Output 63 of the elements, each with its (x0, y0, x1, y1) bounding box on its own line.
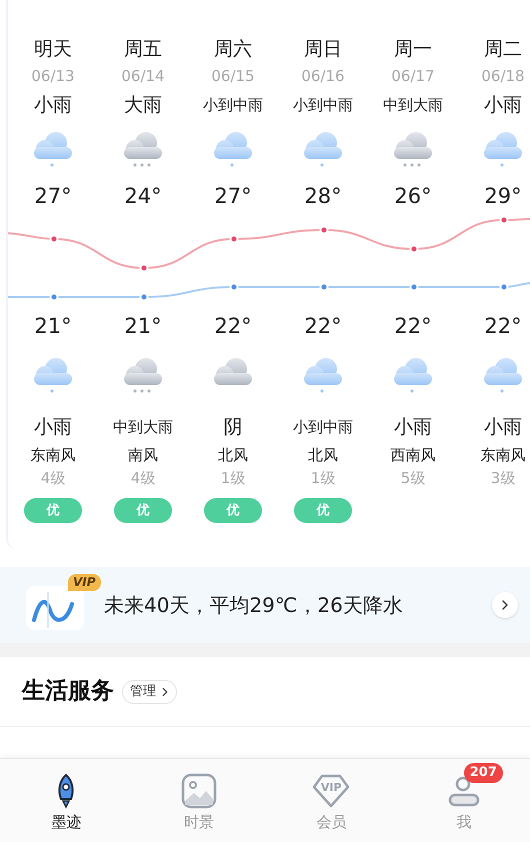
vip-diamond-icon: VIP (312, 773, 350, 809)
weekday-label: 周一 (394, 37, 432, 62)
notification-badge: 207 (464, 763, 503, 783)
wind-direction: 西南风 (390, 445, 436, 466)
air-quality-badge: 优 (114, 498, 172, 523)
weather-label: 小雨 (34, 93, 72, 118)
weather-label: 大雨 (124, 93, 162, 118)
weekday-label: 周日 (304, 37, 342, 62)
wind-level: 4级 (40, 468, 66, 489)
nav-tab[interactable]: 207 我 (398, 759, 530, 842)
section-title: 生活服务 (22, 677, 114, 706)
high-temperature: 24° (124, 183, 162, 210)
date-label: 06/17 (391, 66, 435, 87)
weather-label: 小雨 (484, 415, 522, 440)
air-quality-badge: 优 (24, 498, 82, 523)
low-temperature: 22° (394, 313, 432, 340)
weekday-label: 明天 (34, 37, 72, 62)
weekday-label: 周二 (484, 37, 522, 62)
wind-level: 1级 (220, 468, 246, 489)
wind-level: 1级 (310, 468, 336, 489)
date-label: 06/15 (211, 66, 255, 87)
low-temperature: 21° (124, 313, 162, 340)
weather-label: 阴 (224, 415, 242, 440)
vip-badge: VIP (68, 574, 101, 591)
low-temperature: 22° (304, 313, 342, 340)
high-temperature: 27° (214, 183, 252, 210)
date-label: 06/13 (31, 66, 75, 87)
wind-level: 5级 (400, 468, 426, 489)
weather-label: 小雨 (34, 415, 72, 440)
high-temperature: 28° (304, 183, 342, 210)
wind-direction: 北风 (308, 445, 338, 466)
wind-level: 4级 (130, 468, 156, 489)
weather-label: 小到中雨 (293, 95, 353, 116)
low-temperature: 22° (484, 313, 522, 340)
nav-tab[interactable]: 墨迹 (0, 759, 132, 842)
weather-label: 小到中雨 (293, 417, 353, 438)
air-quality-badge: 优 (204, 498, 262, 523)
weather-label: 中到大雨 (113, 417, 173, 438)
forecast-40-day-banner[interactable]: VIP 未来40天，平均29℃，26天降水 (0, 567, 530, 643)
weather-label: 小到中雨 (203, 95, 263, 116)
forecast-summary: 未来40天，平均29℃，26天降水 (104, 592, 404, 619)
manage-button[interactable]: 管理 (122, 680, 177, 704)
wind-direction: 东南风 (30, 445, 76, 466)
next-button[interactable] (492, 592, 518, 618)
image-icon (180, 773, 217, 809)
high-temperature: 26° (394, 183, 432, 210)
high-temperature: 29° (484, 183, 522, 210)
wind-direction: 北风 (218, 445, 248, 466)
date-label: 06/18 (481, 66, 525, 87)
weekday-label: 周六 (214, 37, 252, 62)
date-label: 06/16 (301, 66, 345, 87)
date-label: 06/14 (121, 66, 165, 87)
weather-label: 小雨 (484, 93, 522, 118)
weekday-label: 周五 (124, 37, 162, 62)
wind-direction: 南风 (128, 445, 158, 466)
high-temperature: 27° (34, 183, 72, 210)
weather-label: 小雨 (394, 415, 432, 440)
wind-direction: 东南风 (480, 445, 526, 466)
low-temperature: 22° (214, 313, 252, 340)
weather-label: 中到大雨 (383, 95, 443, 116)
air-quality-badge: 优 (294, 498, 352, 523)
wind-level: 3级 (490, 468, 516, 489)
low-temperature: 21° (34, 313, 72, 340)
